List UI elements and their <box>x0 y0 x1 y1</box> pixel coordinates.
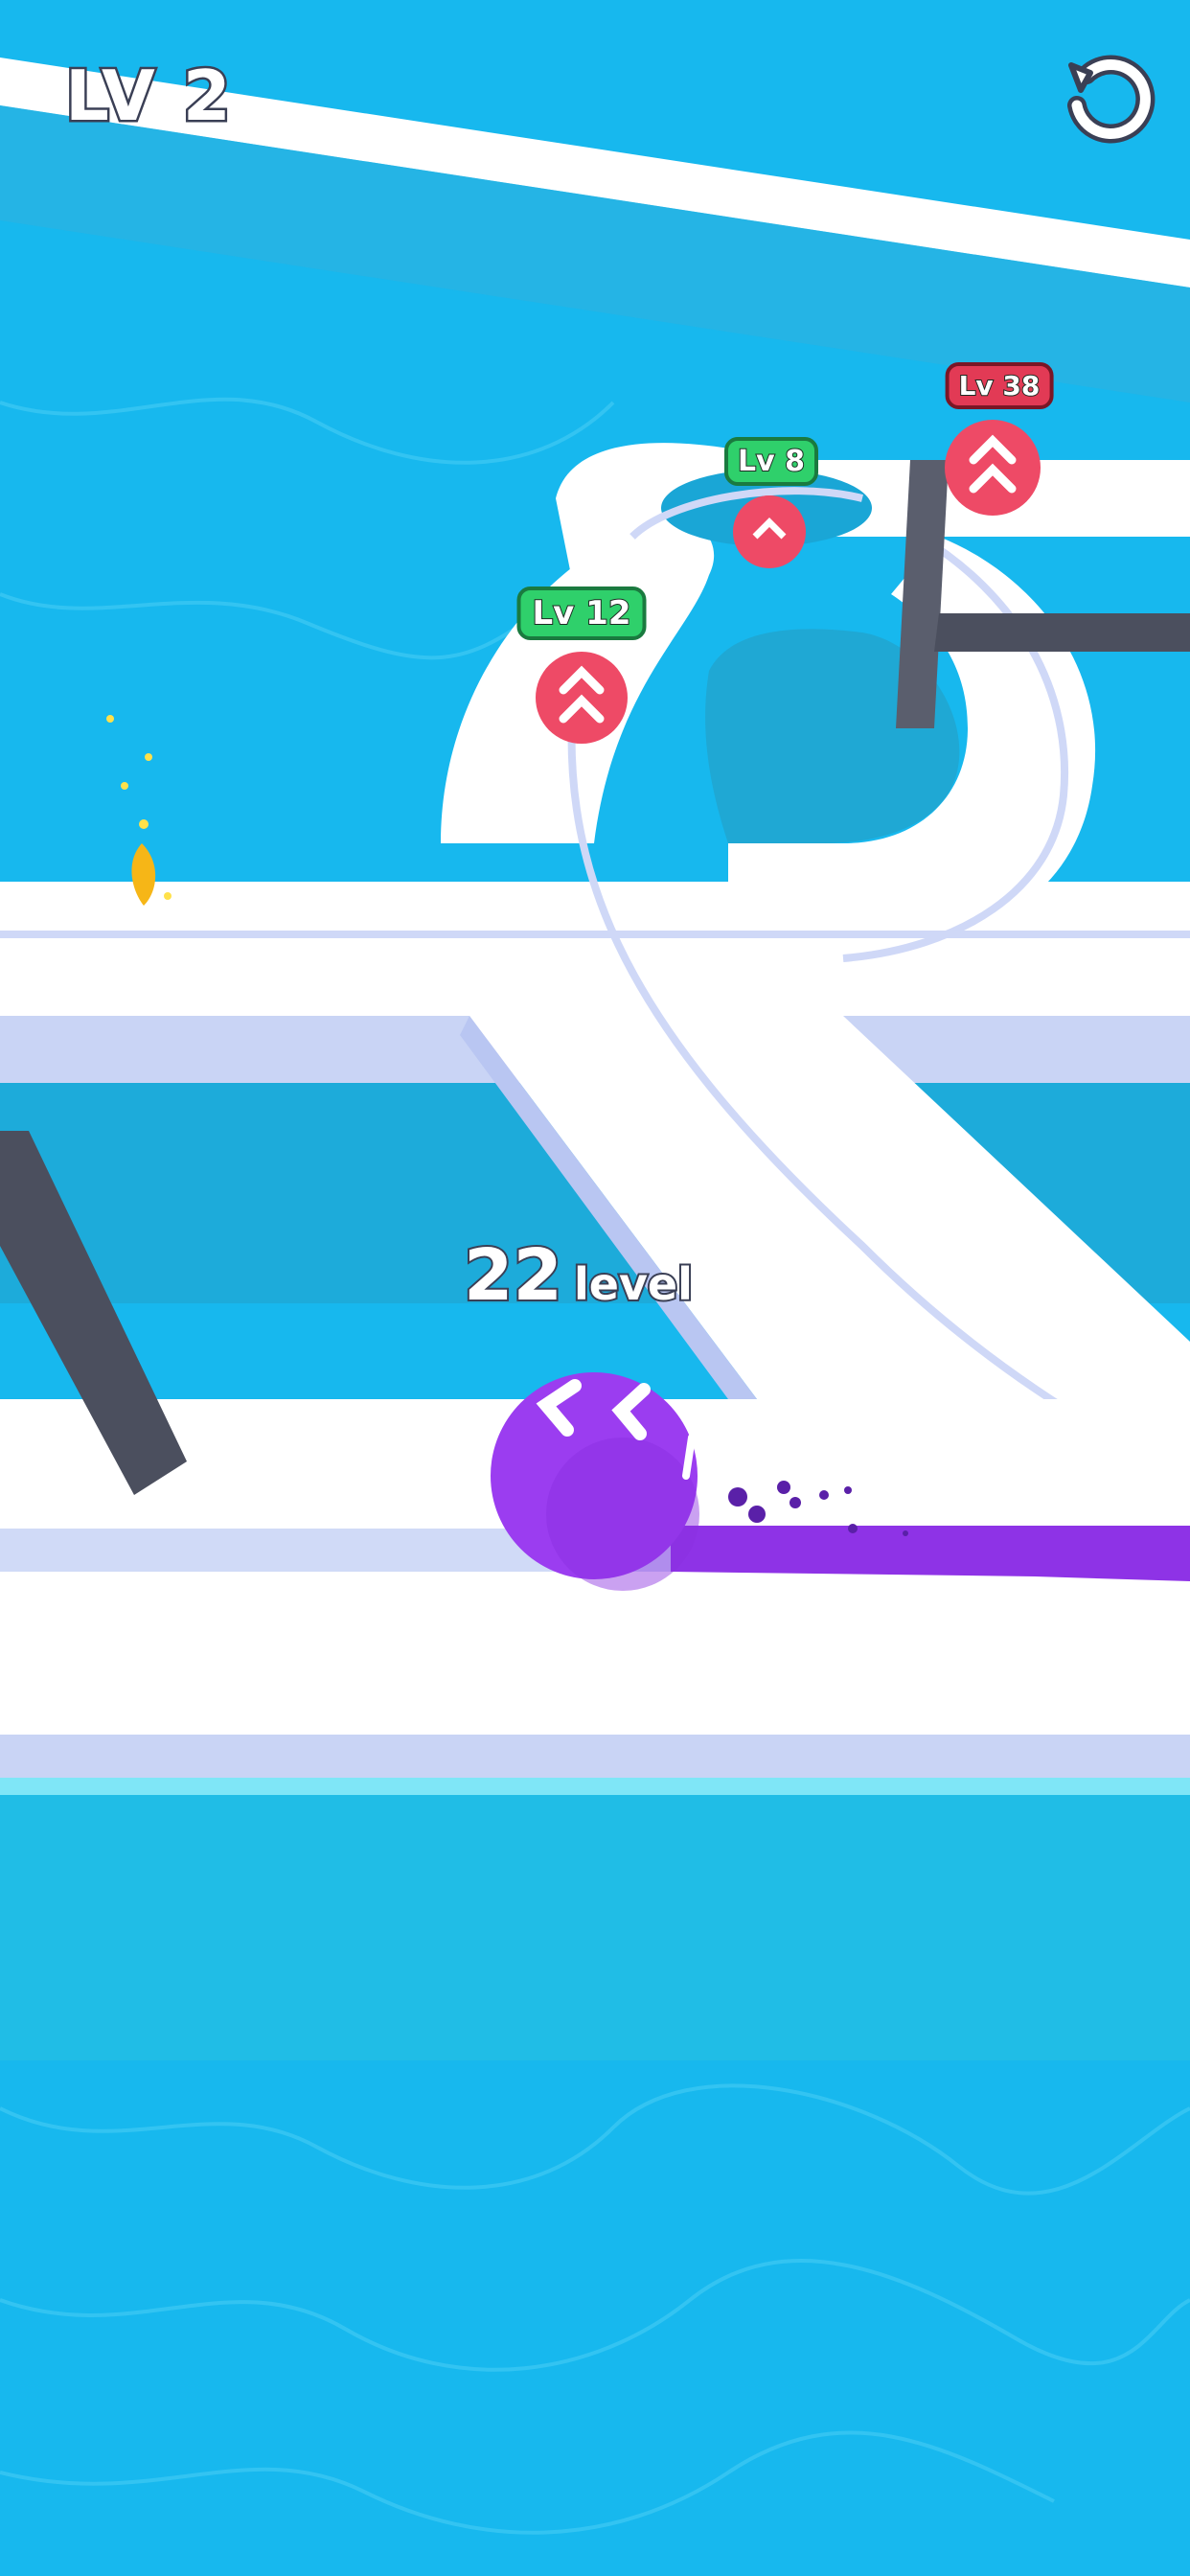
enemy-ball-lv8 <box>733 495 806 568</box>
player-level-word: level <box>572 1256 695 1312</box>
player-level-label: 22 level <box>462 1232 695 1319</box>
track-main-edge <box>0 1735 1190 1782</box>
enemy-level-tag: Lv 8 <box>724 437 818 486</box>
enemy-level-tag: Lv 38 <box>945 362 1054 409</box>
track-middle <box>0 882 1190 1016</box>
player-level-number: 22 <box>462 1232 564 1319</box>
water-dark-band <box>0 1792 1190 2060</box>
enemy-level-tag: Lv 12 <box>516 586 647 640</box>
track-main-edge-cyan <box>0 1778 1190 1795</box>
wall-upper-right-rail <box>934 613 1190 652</box>
enemy-ball-lv38 <box>945 420 1041 516</box>
enemy-ball-lv12 <box>536 652 628 744</box>
current-level-label: LV 2 <box>63 54 234 139</box>
restart-button[interactable] <box>1058 48 1157 148</box>
restart-icon <box>1067 55 1156 144</box>
